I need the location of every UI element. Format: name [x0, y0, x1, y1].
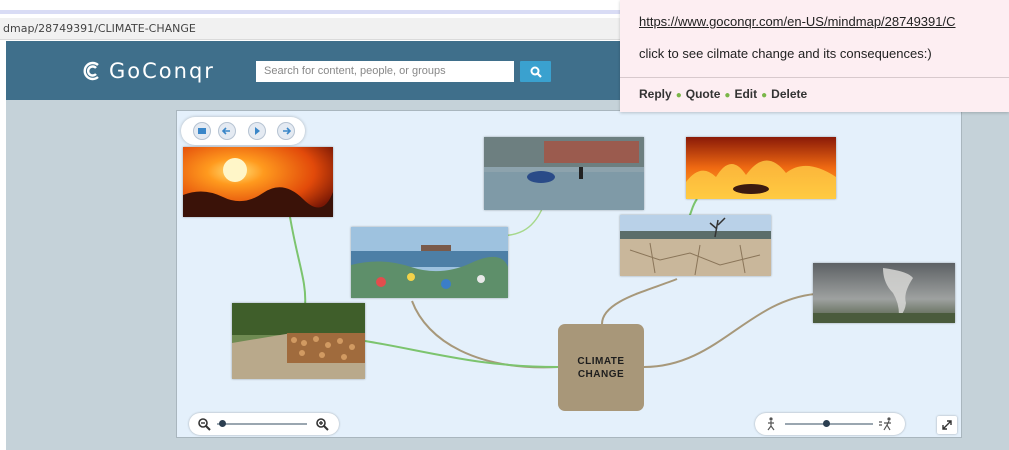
zoom-handle[interactable] [219, 420, 226, 427]
comment-actions: Reply ● Quote ● Edit ● Delete [639, 87, 807, 101]
arrow-left-icon [222, 127, 230, 135]
reply-link[interactable]: Reply [639, 87, 672, 101]
search-icon [530, 66, 542, 78]
separator-dot: ● [675, 90, 682, 101]
run-icon [879, 417, 891, 431]
mindmap-link[interactable]: https://www.goconqr.com/en-US/mindmap/28… [639, 14, 956, 29]
presentation-icon [198, 128, 206, 134]
separator-dot: ● [761, 90, 768, 101]
logo-text: GoConqr [109, 59, 215, 83]
browser-tab-strip [0, 0, 620, 18]
walk-icon [767, 417, 775, 431]
fullscreen-button[interactable] [937, 416, 957, 434]
next-button[interactable] [277, 122, 295, 140]
comment-text: click to see cilmate change and its cons… [639, 46, 932, 61]
tab-strip-line [0, 10, 620, 14]
link-central-to-plastic [411, 300, 559, 369]
speed-handle[interactable] [823, 420, 830, 427]
flood-image[interactable] [484, 137, 644, 210]
deforestation-image[interactable] [232, 303, 365, 379]
goconqr-logo[interactable]: GoConqr [83, 59, 215, 83]
link-central-to-forest [364, 340, 559, 368]
popup-divider [620, 77, 1009, 78]
tornado-image[interactable] [813, 263, 955, 323]
expand-icon [942, 420, 952, 430]
link-central-to-tornado [643, 293, 816, 368]
sun-heatwave-image[interactable] [183, 147, 333, 217]
playback-controls [181, 117, 305, 145]
link-central-to-drought [601, 278, 678, 325]
plastic-pollution-image[interactable] [351, 227, 508, 298]
separator-dot: ● [724, 90, 731, 101]
zoom-track [217, 423, 307, 425]
play-button[interactable] [248, 122, 266, 140]
link-sun-to-forest [288, 210, 307, 307]
previous-button[interactable] [218, 122, 236, 140]
mindmap-canvas[interactable]: CLIMATE CHANGE [176, 110, 962, 438]
presentation-button[interactable] [193, 122, 211, 140]
goconqr-logo-icon [83, 61, 99, 81]
central-topic-node[interactable]: CLIMATE CHANGE [558, 324, 644, 411]
speed-slider[interactable] [755, 413, 905, 435]
comment-popup: https://www.goconqr.com/en-US/mindmap/28… [620, 0, 1009, 112]
edit-link[interactable]: Edit [734, 87, 757, 101]
search-input[interactable]: Search for content, people, or groups [256, 61, 514, 82]
arrow-right-icon [283, 127, 291, 135]
play-icon [255, 127, 260, 135]
wildfire-image[interactable] [686, 137, 836, 199]
quote-link[interactable]: Quote [686, 87, 721, 101]
zoom-slider[interactable] [189, 413, 339, 435]
zoom-in-icon[interactable] [315, 417, 329, 431]
search-button[interactable] [520, 61, 551, 82]
zoom-out-icon[interactable] [197, 417, 211, 431]
delete-link[interactable]: Delete [771, 87, 807, 101]
drought-image[interactable] [620, 215, 771, 276]
address-bar[interactable]: dmap/28749391/CLIMATE-CHANGE [0, 18, 620, 40]
